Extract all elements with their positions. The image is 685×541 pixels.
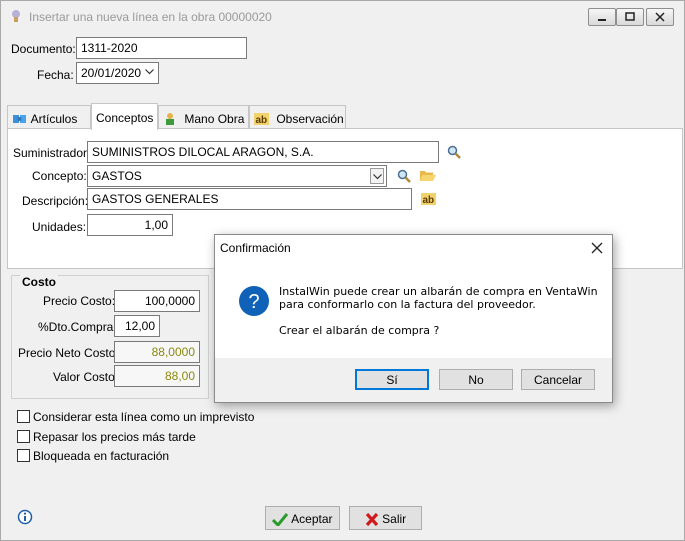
tab-mano-obra[interactable]: Mano Obra bbox=[158, 105, 249, 129]
minimize-icon bbox=[598, 19, 606, 21]
unidades-label: Unidades: bbox=[32, 220, 87, 234]
precio-costo-input[interactable]: 100,0000 bbox=[114, 290, 200, 312]
documento-label: Documento: bbox=[11, 42, 76, 56]
dialog-message-line1: InstalWin puede crear un albarán de comp… bbox=[279, 285, 598, 298]
worker-icon bbox=[166, 113, 174, 125]
title-bar: Insertar una nueva línea en la obra 0000… bbox=[1, 1, 684, 31]
descripcion-label: Descripción: bbox=[22, 194, 89, 208]
folder-open-icon[interactable] bbox=[420, 169, 436, 182]
si-button[interactable]: Sí bbox=[355, 369, 429, 390]
dialog-message-line2: para conformarlo con la factura del prov… bbox=[279, 298, 536, 311]
ab-icon: ab bbox=[254, 113, 269, 126]
tab-conceptos-label: Conceptos bbox=[96, 111, 154, 125]
chevron-down-icon bbox=[145, 69, 154, 75]
concepto-dropdown-button[interactable] bbox=[370, 168, 384, 184]
info-icon[interactable] bbox=[17, 509, 33, 525]
search-icon[interactable] bbox=[447, 145, 461, 159]
aceptar-label: Aceptar bbox=[291, 512, 333, 526]
costo-group-title: Costo bbox=[20, 275, 58, 289]
maximize-icon bbox=[625, 12, 635, 21]
dialog-close-icon[interactable] bbox=[591, 242, 603, 254]
search-icon[interactable] bbox=[397, 169, 411, 183]
salir-button[interactable]: Salir bbox=[349, 506, 422, 530]
concepto-value: GASTOS bbox=[92, 169, 142, 183]
checkmark-icon bbox=[272, 513, 289, 528]
dialog-title: Confirmación bbox=[220, 241, 291, 255]
repasar-precios-label: Repasar los precios más tarde bbox=[33, 430, 196, 444]
repasar-precios-checkbox[interactable] bbox=[17, 430, 30, 443]
cross-icon bbox=[365, 512, 378, 527]
bloqueada-facturacion-checkbox[interactable] bbox=[17, 449, 30, 462]
suministrador-label: Suministrador: bbox=[13, 146, 91, 160]
no-button[interactable]: No bbox=[439, 369, 513, 390]
unidades-input[interactable]: 1,00 bbox=[87, 214, 173, 236]
tab-conceptos[interactable]: Conceptos bbox=[91, 103, 158, 130]
precio-costo-label: Precio Costo: bbox=[43, 294, 116, 308]
confirmation-dialog: Confirmación ? InstalWin puede crear un … bbox=[214, 234, 613, 403]
chevron-down-icon bbox=[373, 174, 382, 180]
svg-text:ab: ab bbox=[256, 115, 268, 125]
documento-input[interactable]: 1311-2020 bbox=[76, 37, 247, 59]
descripcion-input[interactable]: GASTOS GENERALES bbox=[87, 188, 412, 210]
aceptar-button[interactable]: Aceptar bbox=[265, 506, 340, 530]
tab-articulos[interactable]: Artículos bbox=[7, 105, 91, 129]
window-title: Insertar una nueva línea en la obra 0000… bbox=[29, 10, 272, 24]
cancelar-button[interactable]: Cancelar bbox=[521, 369, 595, 390]
imprevisto-label: Considerar esta línea como un imprevisto bbox=[33, 410, 255, 424]
tab-mano-obra-label: Mano Obra bbox=[184, 112, 245, 126]
svg-text:?: ? bbox=[248, 291, 259, 313]
dialog-question: Crear el albarán de compra ? bbox=[279, 324, 440, 337]
question-icon: ? bbox=[239, 286, 269, 316]
bottom-bar: Aceptar Salir bbox=[1, 498, 684, 540]
imprevisto-checkbox[interactable] bbox=[17, 410, 30, 423]
bloqueada-facturacion-label: Bloqueada en facturación bbox=[33, 449, 170, 463]
precio-neto-label: Precio Neto Costo: bbox=[18, 346, 119, 360]
close-icon bbox=[655, 12, 665, 22]
tab-observacion[interactable]: ab Observación bbox=[249, 105, 346, 129]
minimize-button[interactable] bbox=[588, 8, 616, 26]
fecha-value: 20/01/2020 bbox=[81, 66, 142, 80]
salir-label: Salir bbox=[382, 512, 407, 526]
dto-compra-input[interactable]: 12,00 bbox=[114, 315, 160, 337]
fecha-label: Fecha: bbox=[37, 68, 74, 82]
puzzle-icon bbox=[13, 115, 26, 123]
concepto-label: Concepto: bbox=[32, 169, 87, 183]
concepto-select[interactable]: GASTOS bbox=[87, 165, 387, 187]
svg-text:ab: ab bbox=[423, 195, 435, 205]
valor-costo-label: Valor Costo bbox=[53, 370, 115, 384]
maximize-button[interactable] bbox=[616, 8, 644, 26]
tab-observacion-label: Observación bbox=[276, 112, 344, 126]
app-icon bbox=[12, 10, 20, 22]
fecha-picker[interactable]: 20/01/2020 bbox=[76, 62, 159, 84]
suministrador-input[interactable]: SUMINISTROS DILOCAL ARAGON, S.A. bbox=[87, 141, 439, 163]
ab-icon[interactable]: ab bbox=[421, 193, 436, 205]
dto-compra-label: %Dto.Compra: bbox=[38, 320, 117, 334]
close-button[interactable] bbox=[646, 8, 674, 26]
valor-costo-value: 88,00 bbox=[114, 365, 200, 387]
tab-articulos-label: Artículos bbox=[30, 112, 78, 126]
precio-neto-value: 88,0000 bbox=[114, 341, 200, 363]
